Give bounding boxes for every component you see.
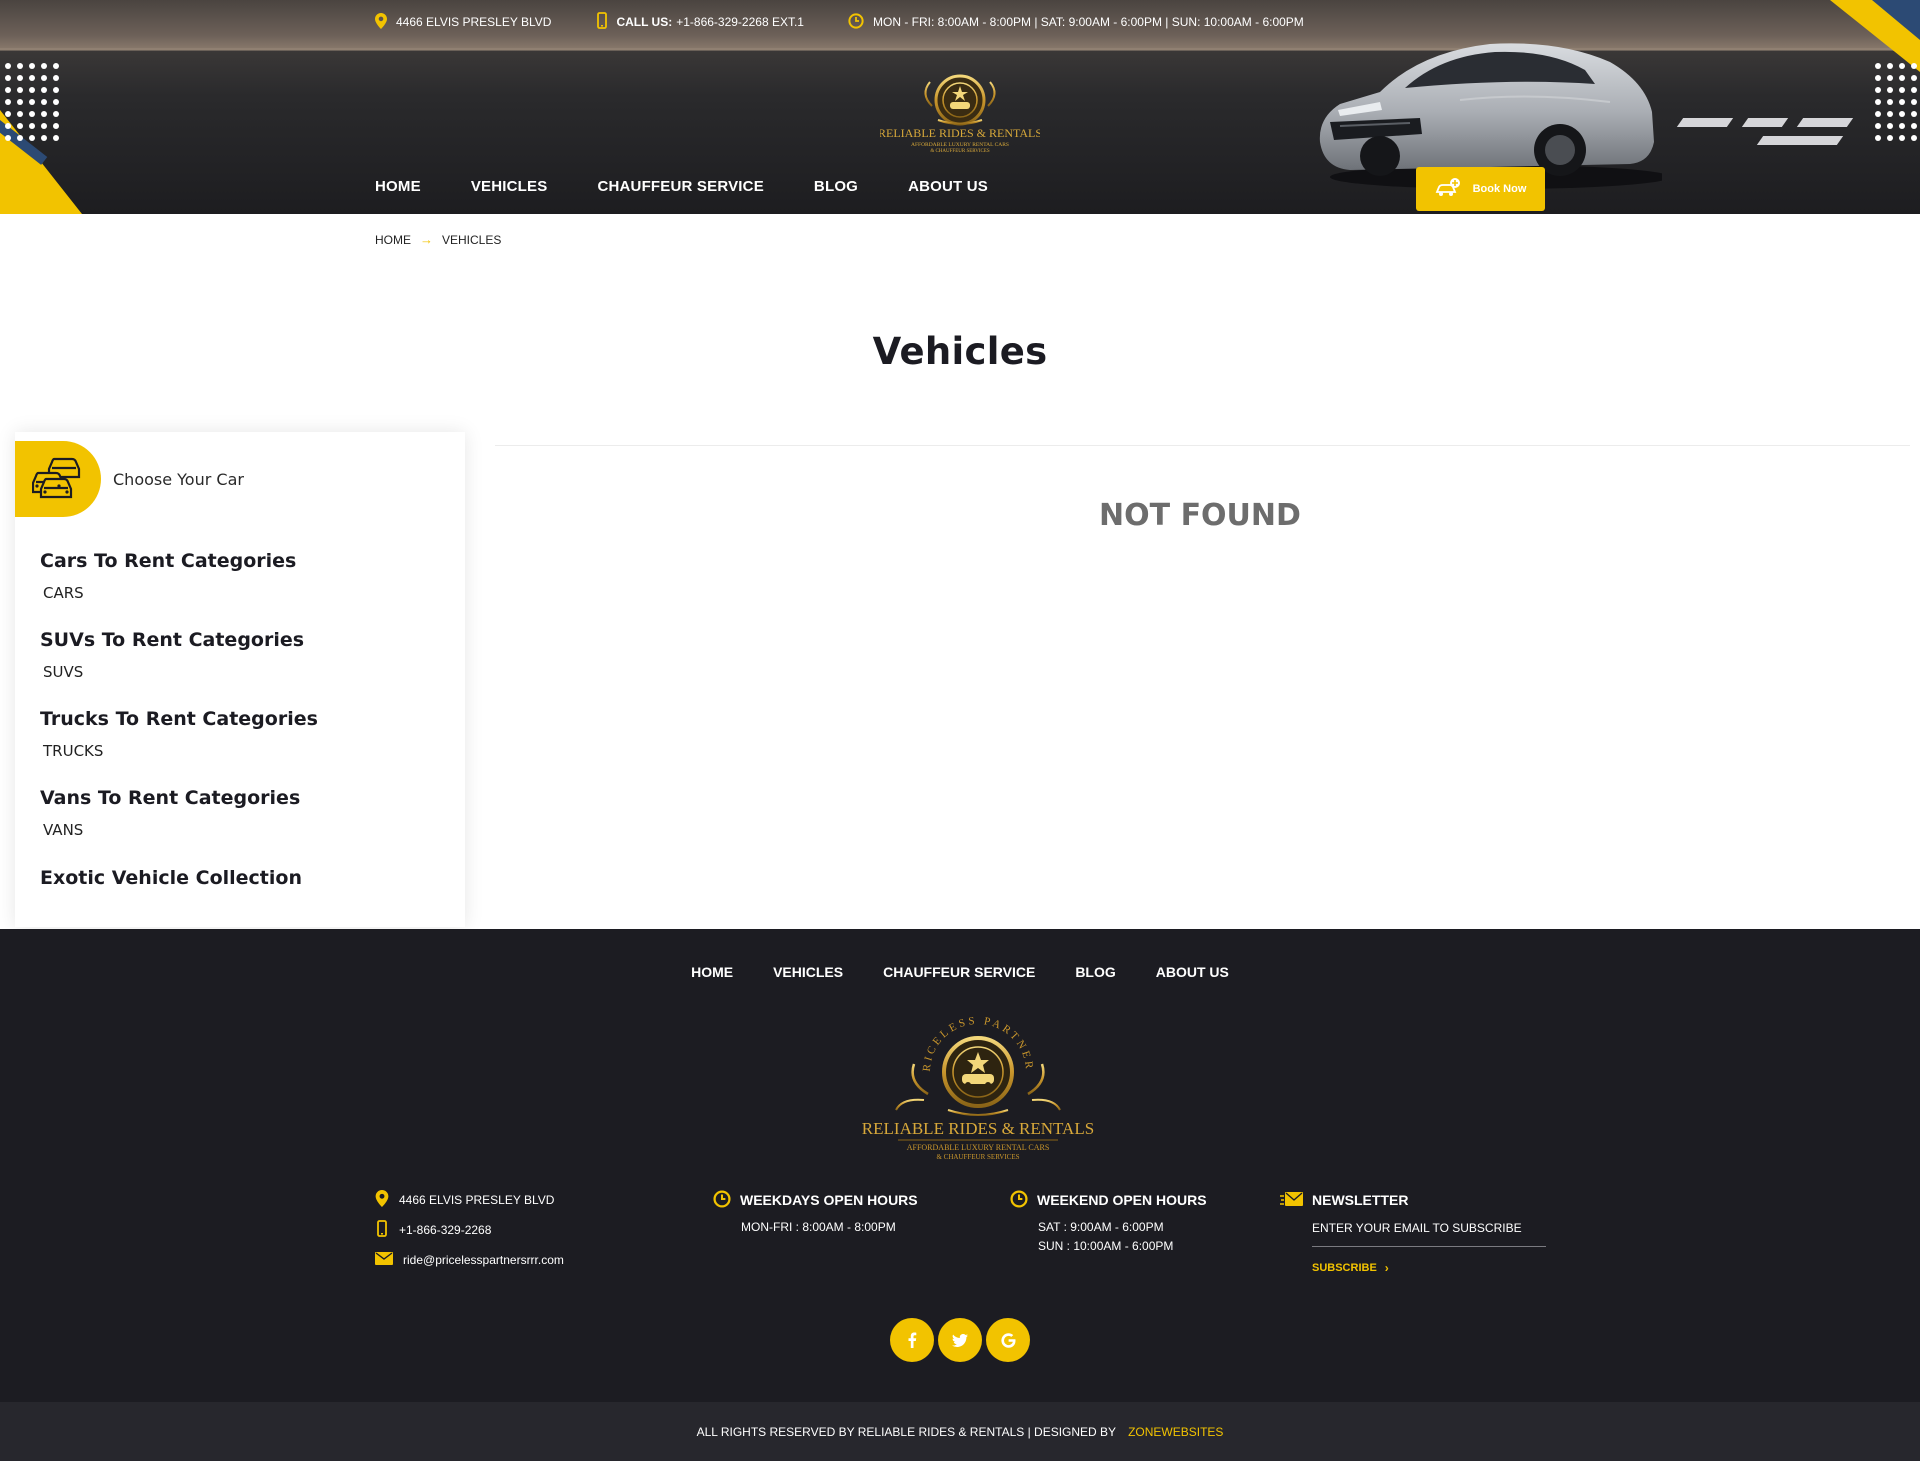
decor-dots-left	[2, 60, 62, 144]
twitter-icon[interactable]	[938, 1318, 982, 1362]
topbar-address: 4466 ELVIS PRESLEY BLVD	[375, 12, 551, 32]
phone-icon	[597, 12, 616, 32]
topbar-phone[interactable]: CALL US: +1-866-329-2268 EXT.1	[597, 12, 804, 32]
envelope-send-icon	[1280, 1191, 1312, 1209]
not-found-message: NOT FOUND	[1099, 498, 1301, 533]
svg-text:AFFORDABLE LUXURY RENTAL CARS: AFFORDABLE LUXURY RENTAL CARS	[911, 142, 1009, 148]
road-marking	[1676, 118, 1734, 127]
vehicle-category-sidebar: Choose Your Car Cars To Rent Categories …	[15, 432, 465, 927]
topbar-hours: MON - FRI: 8:00AM - 8:00PM | SAT: 9:00AM…	[848, 12, 1304, 32]
category-vans: Vans To Rent Categories VANS	[40, 787, 300, 839]
breadcrumb-home-link[interactable]: HOME	[375, 233, 411, 247]
footer-nav-chauffeur-service[interactable]: CHAUFFEUR SERVICE	[883, 964, 1035, 980]
road-marking	[1741, 118, 1789, 127]
car-add-icon	[1435, 177, 1473, 202]
footer-contact: 4466 ELVIS PRESLEY BLVD +1-866-329-2268 …	[375, 1190, 564, 1281]
google-icon[interactable]	[986, 1318, 1030, 1362]
sunday-hours: SUN : 10:00AM - 6:00PM	[1038, 1239, 1174, 1253]
nav-blog[interactable]: BLOG	[814, 178, 858, 195]
category-title[interactable]: Trucks To Rent Categories	[40, 708, 318, 730]
road-marking	[1796, 118, 1854, 127]
page-title: Vehicles	[872, 330, 1048, 373]
site-footer: HOME VEHICLES CHAUFFEUR SERVICE BLOG ABO…	[0, 929, 1920, 1402]
subscribe-button[interactable]: SUBSCRIBE ›	[1312, 1261, 1546, 1275]
svg-text:RELIABLE RIDES & RENTALS: RELIABLE RIDES & RENTALS	[862, 1119, 1094, 1138]
footer-weekend-hours: WEEKEND OPEN HOURS SAT : 9:00AM - 6:00PM…	[1010, 1189, 1207, 1256]
breadcrumb-current: VEHICLES	[442, 232, 502, 247]
category-cars: Cars To Rent Categories CARS	[40, 550, 296, 602]
category-link[interactable]: VANS	[43, 821, 300, 839]
footer-email[interactable]: ride@pricelesspartnersrrr.com	[375, 1251, 564, 1269]
category-title[interactable]: Exotic Vehicle Collection	[40, 867, 302, 889]
category-link[interactable]: CARS	[43, 584, 296, 602]
footer-nav-blog[interactable]: BLOG	[1075, 964, 1115, 980]
map-pin-icon	[375, 12, 396, 32]
clock-icon	[848, 12, 873, 32]
breadcrumb-arrow-icon: →	[420, 232, 433, 247]
category-suvs: SUVs To Rent Categories SUVS	[40, 629, 304, 681]
sidebar-title: Choose Your Car	[113, 469, 244, 489]
map-pin-icon	[375, 1190, 399, 1210]
facebook-icon[interactable]	[890, 1318, 934, 1362]
envelope-icon	[375, 1252, 403, 1268]
copyright-bar: ALL RIGHTS RESERVED BY RELIABLE RIDES & …	[0, 1402, 1920, 1461]
decor-corner-blue-right	[1872, 0, 1920, 40]
footer-nav-about-us[interactable]: ABOUT US	[1156, 964, 1229, 980]
nav-home[interactable]: HOME	[375, 178, 421, 195]
breadcrumb: HOME → VEHICLES	[375, 232, 501, 247]
svg-text:& CHAUFFEUR SERVICES: & CHAUFFEUR SERVICES	[930, 149, 990, 154]
category-title[interactable]: SUVs To Rent Categories	[40, 629, 304, 651]
footer-logo[interactable]: PRICELESS PARTNERS RELIABLE RIDES & RENT…	[853, 1007, 1098, 1166]
saturday-hours: SAT : 9:00AM - 6:00PM	[1038, 1220, 1164, 1234]
weekdays-hours: MON-FRI : 8:00AM - 8:00PM	[741, 1220, 896, 1234]
footer-phone[interactable]: +1-866-329-2268	[375, 1220, 564, 1240]
weekdays-heading: WEEKDAYS OPEN HOURS	[713, 1189, 918, 1211]
book-now-button[interactable]: Book Now	[1416, 167, 1545, 211]
contact-topbar: 4466 ELVIS PRESLEY BLVD CALL US: +1-866-…	[375, 12, 1348, 32]
site-header: 4466 ELVIS PRESLEY BLVD CALL US: +1-866-…	[0, 0, 1920, 214]
svg-text:& CHAUFFEUR SERVICES: & CHAUFFEUR SERVICES	[936, 1153, 1019, 1161]
clock-icon	[713, 1189, 740, 1211]
main-navigation: HOME VEHICLES CHAUFFEUR SERVICE BLOG ABO…	[375, 178, 1038, 195]
chevron-right-icon: ›	[1384, 1261, 1389, 1275]
phone-icon	[375, 1220, 399, 1240]
footer-nav-home[interactable]: HOME	[691, 964, 733, 980]
footer-address: 4466 ELVIS PRESLEY BLVD	[375, 1190, 564, 1210]
cars-icon	[31, 455, 84, 504]
decor-dots-right	[1872, 60, 1920, 144]
content-divider	[495, 445, 1910, 446]
road-marking	[1756, 136, 1844, 145]
site-logo[interactable]: RELIABLE RIDES & RENTALS AFFORDABLE LUXU…	[878, 64, 1042, 156]
footer-newsletter: NEWSLETTER ENTER YOUR EMAIL TO SUBSCRIBE…	[1280, 1191, 1546, 1275]
category-title[interactable]: Vans To Rent Categories	[40, 787, 300, 809]
copyright-text: ALL RIGHTS RESERVED BY RELIABLE RIDES & …	[696, 1424, 1117, 1439]
newsletter-heading: NEWSLETTER	[1280, 1191, 1546, 1209]
svg-text:AFFORDABLE LUXURY RENTAL CARS: AFFORDABLE LUXURY RENTAL CARS	[907, 1143, 1050, 1152]
nav-vehicles[interactable]: VEHICLES	[471, 178, 548, 195]
clock-icon	[1010, 1189, 1037, 1211]
nav-chauffeur-service[interactable]: CHAUFFEUR SERVICE	[597, 178, 763, 195]
category-link[interactable]: TRUCKS	[43, 742, 318, 760]
category-trucks: Trucks To Rent Categories TRUCKS	[40, 708, 318, 760]
designer-link[interactable]: ZONEWEBSITES	[1128, 1425, 1223, 1439]
nav-about-us[interactable]: ABOUT US	[908, 178, 988, 195]
svg-text:RELIABLE RIDES & RENTALS: RELIABLE RIDES & RENTALS	[880, 126, 1040, 140]
footer-navigation: HOME VEHICLES CHAUFFEUR SERVICE BLOG ABO…	[0, 964, 1920, 980]
newsletter-email-input[interactable]: ENTER YOUR EMAIL TO SUBSCRIBE	[1312, 1221, 1546, 1247]
footer-nav-vehicles[interactable]: VEHICLES	[773, 964, 843, 980]
weekend-hours: SAT : 9:00AM - 6:00PM SUN : 10:00AM - 6:…	[1038, 1218, 1207, 1256]
social-links	[890, 1318, 1034, 1362]
sidebar-header: Choose Your Car	[15, 441, 244, 517]
weekend-heading: WEEKEND OPEN HOURS	[1010, 1189, 1207, 1211]
sidebar-badge	[15, 441, 101, 517]
category-exotic: Exotic Vehicle Collection	[40, 867, 302, 889]
category-link[interactable]: SUVS	[43, 663, 304, 681]
footer-weekday-hours: WEEKDAYS OPEN HOURS MON-FRI : 8:00AM - 8…	[713, 1189, 918, 1237]
category-title[interactable]: Cars To Rent Categories	[40, 550, 296, 572]
